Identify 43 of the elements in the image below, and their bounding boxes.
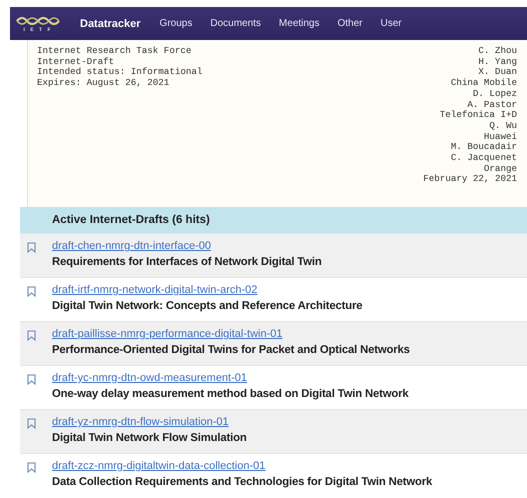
- author-line: Q. Wu: [488, 120, 517, 132]
- author-line: H. Yang: [477, 56, 517, 68]
- author-line: Telefonica I+D: [438, 110, 517, 121]
- draft-title: One-way delay measurement method based on Digital Twin Network: [52, 387, 408, 402]
- author-line: Huawei: [482, 132, 517, 142]
- draft-link[interactable]: draft-paillisse-nmrg-performance-digital-twin-01: [52, 327, 410, 342]
- author-line: X. Duan: [477, 67, 517, 78]
- author-line: C. Zhou: [477, 46, 517, 57]
- bookmark-icon[interactable]: [27, 242, 36, 253]
- draft-title: Data Collection Requirements and Technologies for Digital Twin Network: [52, 475, 432, 490]
- bookmark-icon[interactable]: [27, 462, 36, 473]
- author-line: Orange: [482, 164, 517, 174]
- results-heading: Active Internet-Drafts (6 hits): [20, 207, 527, 233]
- wave-logo-icon: [16, 14, 60, 26]
- bookmark-icon[interactable]: [27, 418, 36, 429]
- nav-menu-item[interactable]: Other: [338, 18, 363, 29]
- header-line: Intended status: Informational: [37, 67, 202, 78]
- bookmark-icon[interactable]: [27, 286, 36, 297]
- author-line: A. Pastor: [466, 100, 517, 110]
- author-line: C. Jacquenet: [450, 153, 517, 164]
- draft-link[interactable]: draft-chen-nmrg-dtn-interface-00: [52, 239, 322, 254]
- nav-menu-item[interactable]: User: [380, 18, 402, 29]
- draft-link[interactable]: draft-yz-nmrg-dtn-flow-simulation-01: [52, 415, 247, 430]
- author-line: China Mobile: [450, 78, 517, 89]
- draft-title: Requirements for Interfaces of Network Digital Twin: [52, 255, 322, 270]
- draft-title: Performance-Oriented Digital Twins for Packet and Optical Networks: [52, 343, 410, 358]
- draft-title: Digital Twin Network Flow Simulation: [52, 431, 247, 446]
- author-line: D. Lopez: [472, 88, 517, 100]
- brand-link[interactable]: Datatracker: [80, 18, 141, 30]
- draft-link[interactable]: draft-irtf-nmrg-network-digital-twin-arch-02: [52, 283, 362, 298]
- nav-menu-item[interactable]: Meetings: [278, 18, 320, 29]
- header-line: Expires: August 26, 2021: [37, 78, 170, 89]
- draft-link[interactable]: draft-yc-nmrg-dtn-owd-measurement-01: [52, 371, 408, 386]
- header-line: Internet Research Task Force: [37, 46, 192, 57]
- draft-link[interactable]: draft-zcz-nmrg-digitaltwin-data-collection-01: [52, 459, 432, 474]
- bookmark-icon[interactable]: [27, 374, 36, 385]
- author-line: M. Boucadair: [450, 142, 517, 154]
- nav-menu-item[interactable]: Documents: [210, 18, 261, 29]
- header-line: Internet-Draft: [37, 56, 116, 67]
- author-line: February 22, 2021: [423, 174, 517, 186]
- draft-title: Digital Twin Network: Concepts and Reference Architecture: [52, 299, 362, 314]
- bookmark-icon[interactable]: [27, 330, 36, 341]
- nav-menu-item[interactable]: Groups: [160, 18, 192, 29]
